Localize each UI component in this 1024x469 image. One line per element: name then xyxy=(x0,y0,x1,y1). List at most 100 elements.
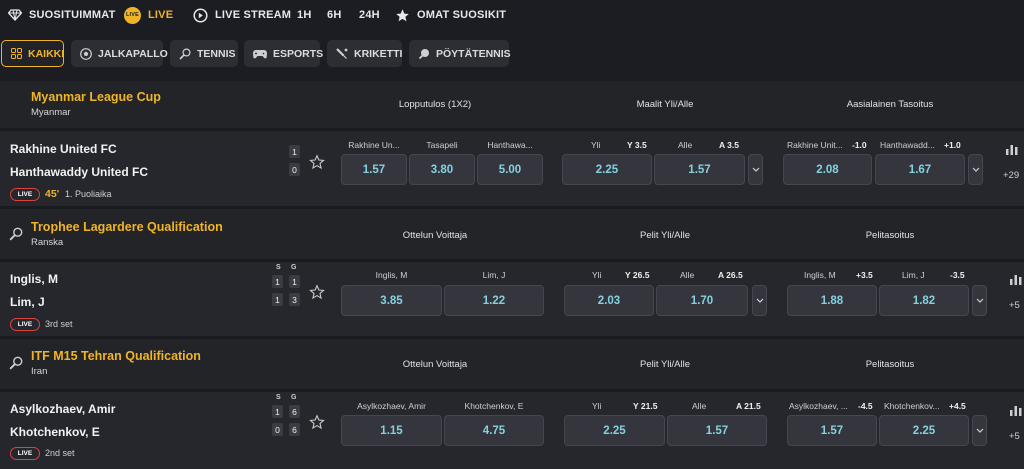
nav-live[interactable]: LIVE LIVE xyxy=(124,6,173,24)
live-badge: LIVE xyxy=(10,188,40,201)
league-country: Ranska xyxy=(31,237,64,248)
odds-button[interactable]: 1.88 xyxy=(787,285,877,316)
score-away-games: 3 xyxy=(289,293,300,306)
home-team[interactable]: Asylkozhaev, Amir xyxy=(10,402,115,416)
odds-label: Alle xyxy=(692,401,707,411)
stream-icon xyxy=(193,7,208,23)
match-minute: 45' xyxy=(45,188,60,200)
score-label-sets: S xyxy=(276,264,281,271)
market-title: Pelitasoitus xyxy=(865,359,915,370)
favorite-star-icon[interactable] xyxy=(309,414,325,430)
handicap-value: +3.5 xyxy=(856,270,873,280)
expand-chevron-icon[interactable] xyxy=(972,415,987,446)
handicap-value: A 3.5 xyxy=(719,140,740,150)
league-title[interactable]: Myanmar League Cup xyxy=(31,90,161,104)
nav-6h[interactable]: 6H xyxy=(327,6,341,24)
nav-24h[interactable]: 24H xyxy=(359,6,380,24)
handicap-value: +1.0 xyxy=(944,140,961,150)
away-team[interactable]: Khotchenkov, E xyxy=(10,425,100,439)
chip-kaikki[interactable]: KAIKKI xyxy=(1,40,64,67)
score-home-sets: 1 xyxy=(272,275,283,288)
odds-button[interactable]: 1.57 xyxy=(667,415,767,446)
score-away-sets: 0 xyxy=(272,423,283,436)
chip-tennis[interactable]: TENNIS xyxy=(170,40,238,67)
odds-button[interactable]: 5.00 xyxy=(477,154,543,185)
market-title: Pelit Yli/Alle xyxy=(640,359,690,370)
odds-button[interactable]: 1.57 xyxy=(654,154,745,185)
market-title: Lopputulos (1X2) xyxy=(398,99,472,110)
live-icon: LIVE xyxy=(124,6,141,24)
chip-jalkapallo[interactable]: JALKAPALLO xyxy=(71,40,168,67)
more-markets-count[interactable]: +5 xyxy=(1009,431,1020,442)
expand-chevron-icon[interactable] xyxy=(748,154,763,185)
table-tennis-icon xyxy=(418,48,430,60)
odds-button[interactable]: 1.15 xyxy=(341,415,442,446)
more-markets-count[interactable]: +5 xyxy=(1009,300,1020,311)
odds-button[interactable]: 2.08 xyxy=(783,154,872,185)
top-navigation: SUOSITUIMMAT LIVE LIVE LIVE STREAM 1H 6H… xyxy=(0,0,1024,30)
expand-chevron-icon[interactable] xyxy=(968,154,983,185)
league-country: Iran xyxy=(31,366,48,377)
nav-label: LIVE xyxy=(148,9,174,21)
nav-suosituimmat[interactable]: SUOSITUIMMAT xyxy=(8,6,116,24)
chip-label: KRIKETTI xyxy=(354,47,403,60)
odds-button[interactable]: 1.57 xyxy=(787,415,877,446)
score-label-sets: S xyxy=(276,394,281,401)
odds-button[interactable]: 1.67 xyxy=(875,154,965,185)
nav-label: OMAT SUOSIKIT xyxy=(417,9,507,21)
statistics-icon[interactable] xyxy=(1010,404,1022,416)
odds-button[interactable]: 1.70 xyxy=(656,285,748,316)
odds-button[interactable]: 1.82 xyxy=(879,285,969,316)
odds-label: Rakhine Unit... xyxy=(787,140,843,150)
odds-label: Inglis, M xyxy=(804,270,836,280)
statistics-icon[interactable] xyxy=(1006,143,1018,155)
handicap-value: -1.0 xyxy=(852,140,867,150)
market-title: Aasialainen Tasoitus xyxy=(846,99,934,110)
away-team[interactable]: Hanthawaddy United FC xyxy=(10,165,148,179)
odds-button[interactable]: 3.80 xyxy=(409,154,475,185)
expand-chevron-icon[interactable] xyxy=(972,285,987,316)
odds-button[interactable]: 3.85 xyxy=(341,285,442,316)
grid-icon xyxy=(11,48,22,59)
expand-chevron-icon[interactable] xyxy=(752,285,767,316)
odds-button[interactable]: 2.03 xyxy=(564,285,654,316)
handicap-value: A 26.5 xyxy=(718,270,743,280)
favorite-star-icon[interactable] xyxy=(309,154,325,170)
favorite-star-icon[interactable] xyxy=(309,284,325,300)
odds-label: Yli xyxy=(591,140,601,150)
score-away-games: 6 xyxy=(289,423,300,436)
odds-label: Yli xyxy=(592,401,602,411)
chip-label: KAIKKI xyxy=(28,47,65,60)
more-markets-count[interactable]: +29 xyxy=(1003,170,1019,181)
score-home-sets: 1 xyxy=(272,405,283,418)
handicap-value: Y 3.5 xyxy=(627,140,647,150)
cricket-icon xyxy=(336,47,348,60)
odds-button[interactable]: 2.25 xyxy=(879,415,969,446)
odds-button[interactable]: 1.57 xyxy=(341,154,407,185)
chip-label: TENNIS xyxy=(197,47,236,60)
chip-label: ESPORTS xyxy=(273,47,324,60)
score-label-games: G xyxy=(291,394,297,401)
odds-button[interactable]: 4.75 xyxy=(444,415,544,446)
odds-button[interactable]: 1.22 xyxy=(444,285,544,316)
odds-button[interactable]: 2.25 xyxy=(564,415,665,446)
statistics-icon[interactable] xyxy=(1010,273,1022,285)
chip-poytatennis[interactable]: PÖYTÄTENNIS xyxy=(409,40,511,67)
handicap-value: Y 26.5 xyxy=(625,270,650,280)
odds-label: Tasapeli xyxy=(426,140,458,150)
odds-label: Hanthawa... xyxy=(487,140,533,150)
diamond-icon xyxy=(8,9,22,21)
home-team[interactable]: Inglis, M xyxy=(10,272,58,286)
home-team[interactable]: Rakhine United FC xyxy=(10,142,117,156)
nav-omat-suosikit[interactable]: OMAT SUOSIKIT xyxy=(395,6,506,24)
odds-button[interactable]: 2.25 xyxy=(562,154,652,185)
nav-live-stream[interactable]: LIVE STREAM xyxy=(193,6,291,24)
away-team[interactable]: Lim, J xyxy=(10,295,45,309)
chip-esports[interactable]: ESPORTS xyxy=(244,40,324,67)
nav-label: 1H xyxy=(297,9,312,21)
chip-kriketti[interactable]: KRIKETTI xyxy=(327,40,402,67)
league-title[interactable]: Trophee Lagardere Qualification xyxy=(31,220,223,234)
odds-label: Asylkozhaev, ... xyxy=(789,401,848,411)
nav-1h[interactable]: 1H xyxy=(297,6,311,24)
league-title[interactable]: ITF M15 Tehran Qualification xyxy=(31,349,201,363)
